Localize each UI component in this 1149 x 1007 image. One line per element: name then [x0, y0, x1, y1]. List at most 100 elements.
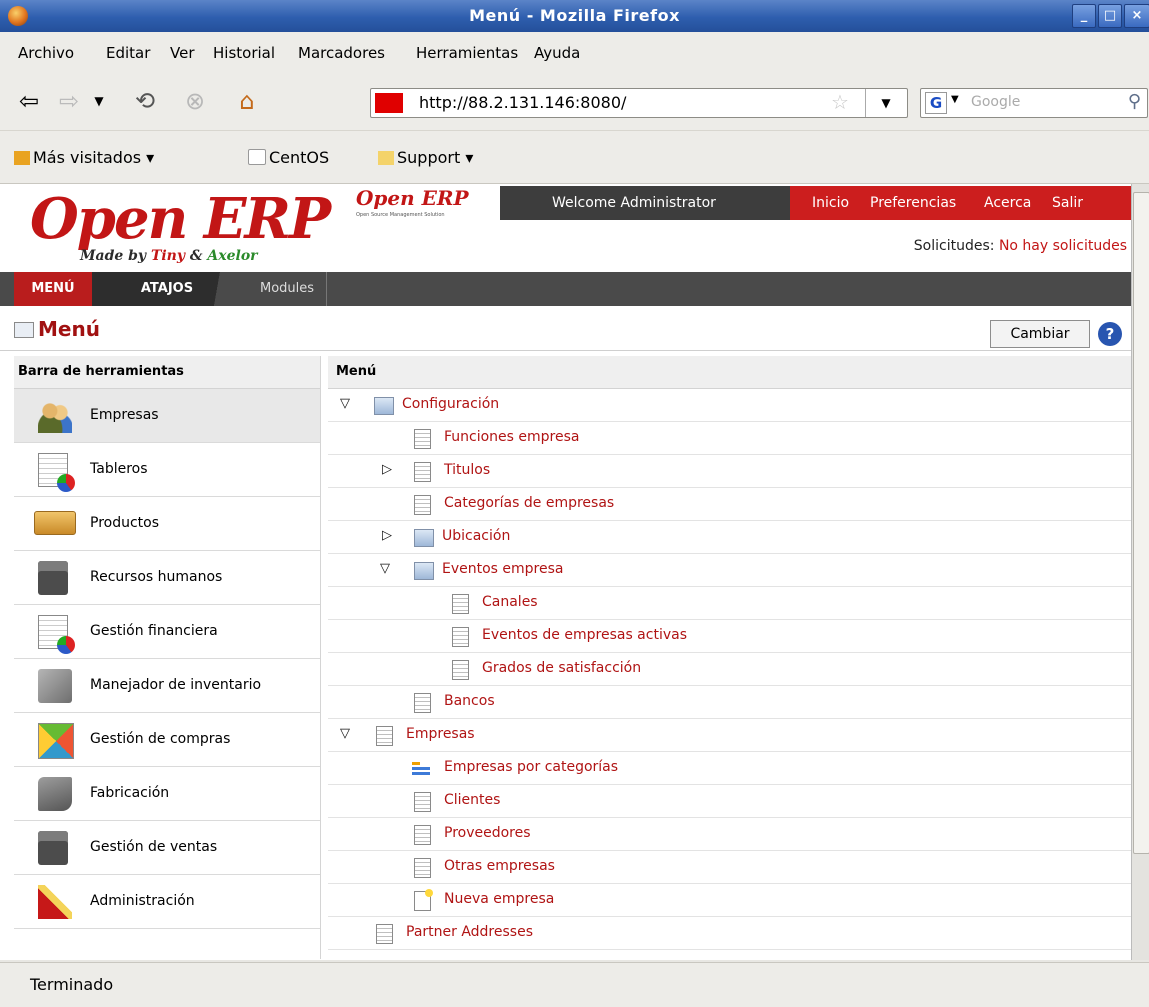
- home-icon[interactable]: ⌂: [232, 86, 262, 116]
- stop-icon[interactable]: ⊗: [180, 86, 210, 116]
- tab-menu[interactable]: MENÚ: [14, 272, 92, 306]
- change-button[interactable]: Cambiar: [990, 320, 1090, 348]
- tree-row-label[interactable]: Ubicación: [442, 528, 510, 544]
- tree-row-label[interactable]: Funciones empresa: [444, 429, 580, 445]
- tree-row-otras-empresas[interactable]: Otras empresas: [328, 851, 1131, 884]
- bookmark-centos[interactable]: CentOS: [248, 148, 329, 167]
- back-icon[interactable]: ⇦: [14, 86, 44, 116]
- tree-row-nueva-empresa[interactable]: Nueva empresa: [328, 884, 1131, 917]
- sidebar-item-fabricacion[interactable]: Fabricación: [14, 767, 320, 821]
- google-engine-icon[interactable]: G: [925, 92, 947, 114]
- url-dropdown-icon[interactable]: ▼: [865, 89, 906, 117]
- menu-editar[interactable]: Editar: [106, 44, 150, 62]
- administration-icon: [38, 885, 72, 919]
- menu-ayuda[interactable]: Ayuda: [534, 44, 580, 62]
- scrollbar-thumb[interactable]: [1133, 192, 1149, 854]
- tree-row-label[interactable]: Eventos de empresas activas: [482, 627, 687, 643]
- sidebar-item-label: Tableros: [90, 461, 148, 477]
- tree-row-label[interactable]: Proveedores: [444, 825, 531, 841]
- collapsed-triangle-icon[interactable]: ▷: [382, 462, 392, 477]
- tree-row-partner-addresses[interactable]: Partner Addresses: [328, 917, 1131, 950]
- sidebar-item-tableros[interactable]: Tableros: [14, 443, 320, 497]
- url-bar[interactable]: http://88.2.131.146:8080/ ☆ ▼: [370, 88, 908, 118]
- tree-row-proveedores[interactable]: Proveedores: [328, 818, 1131, 851]
- tree-row-ubicacion[interactable]: ▷ Ubicación: [328, 521, 1131, 554]
- reload-icon[interactable]: ⟲: [130, 86, 160, 116]
- bookmark-star-icon[interactable]: ☆: [831, 90, 849, 114]
- bookmark-most-visited[interactable]: Más visitados ▾: [14, 148, 154, 167]
- tree-row-clientes[interactable]: Clientes: [328, 785, 1131, 818]
- forward-icon[interactable]: ⇨: [54, 86, 84, 116]
- sidebar-item-gestion-ventas[interactable]: Gestión de ventas: [14, 821, 320, 875]
- tab-atajos[interactable]: ATAJOS: [92, 272, 242, 306]
- tree-row-eventos-activas[interactable]: Eventos de empresas activas: [328, 620, 1131, 653]
- sidebar-item-inventario[interactable]: Manejador de inventario: [14, 659, 320, 713]
- expanded-triangle-icon[interactable]: ▽: [380, 561, 390, 576]
- menu-archivo[interactable]: Archivo: [18, 44, 74, 62]
- openerp-logo[interactable]: Open ERP Made by Tiny & Axelor: [12, 186, 352, 272]
- main-tab-bar: MENÚ ATAJOS Modules: [0, 272, 1131, 306]
- sidebar-item-productos[interactable]: Productos: [14, 497, 320, 551]
- tree-row-label[interactable]: Categorías de empresas: [444, 495, 614, 511]
- tree-row-empresas-categorias[interactable]: Empresas por categorías: [328, 752, 1131, 785]
- search-box[interactable]: G ▼ Google ⚲: [920, 88, 1148, 118]
- tree-row-eventos-empresa[interactable]: ▽ Eventos empresa: [328, 554, 1131, 587]
- tree-row-label[interactable]: Otras empresas: [444, 858, 555, 874]
- help-icon[interactable]: ?: [1098, 322, 1122, 346]
- search-icon[interactable]: ⚲: [1128, 91, 1141, 112]
- tree-row-configuracion[interactable]: ▽ Configuración: [328, 389, 1131, 422]
- tree-row-label[interactable]: Configuración: [402, 396, 499, 412]
- tree-row-label[interactable]: Empresas: [406, 726, 475, 742]
- menu-herramientas[interactable]: Herramientas: [416, 44, 518, 62]
- maximize-button[interactable]: □: [1098, 4, 1122, 28]
- tree-row-label[interactable]: Empresas por categorías: [444, 759, 618, 775]
- history-dropdown-icon[interactable]: ▼: [84, 86, 114, 116]
- page-scrollbar[interactable]: [1131, 184, 1149, 960]
- minimize-button[interactable]: _: [1072, 4, 1096, 28]
- sidebar-item-recursos-humanos[interactable]: Recursos humanos: [14, 551, 320, 605]
- nav-salir[interactable]: Salir: [1052, 195, 1083, 211]
- document-icon: [376, 924, 393, 944]
- nav-preferencias[interactable]: Preferencias: [870, 195, 956, 211]
- sidebar-item-gestion-compras[interactable]: Gestión de compras: [14, 713, 320, 767]
- sidebar-item-label: Administración: [90, 893, 195, 909]
- tree-row-categorias[interactable]: Categorías de empresas: [328, 488, 1131, 521]
- menu-ver[interactable]: Ver: [170, 44, 195, 62]
- tab-modules[interactable]: Modules: [260, 272, 328, 306]
- engine-dropdown-icon[interactable]: ▼: [951, 94, 959, 105]
- menu-marcadores[interactable]: Marcadores: [298, 44, 385, 62]
- tree-row-label[interactable]: Partner Addresses: [406, 924, 533, 940]
- tree-row-label[interactable]: Bancos: [444, 693, 495, 709]
- site-favicon: [375, 93, 403, 113]
- collapsed-triangle-icon[interactable]: ▷: [382, 528, 392, 543]
- expanded-triangle-icon[interactable]: ▽: [340, 396, 350, 411]
- tree-row-label[interactable]: Eventos empresa: [442, 561, 564, 577]
- page-icon: [248, 149, 266, 165]
- tree-row-funciones-empresa[interactable]: Funciones empresa: [328, 422, 1131, 455]
- sidebar-item-empresas[interactable]: Empresas: [14, 389, 320, 443]
- tree-row-empresas[interactable]: ▽ Empresas: [328, 719, 1131, 752]
- tree-row-grados[interactable]: Grados de satisfacción: [328, 653, 1131, 686]
- requests-link[interactable]: No hay solicitudes: [999, 238, 1127, 254]
- tree-row-label[interactable]: Titulos: [444, 462, 490, 478]
- tree-row-label[interactable]: Nueva empresa: [444, 891, 554, 907]
- logo-text: Open ERP: [30, 186, 331, 252]
- nav-acerca[interactable]: Acerca: [984, 195, 1031, 211]
- url-text[interactable]: http://88.2.131.146:8080/: [419, 93, 626, 112]
- folder-icon: [374, 397, 394, 415]
- tree-row-canales[interactable]: Canales: [328, 587, 1131, 620]
- sidebar-item-administracion[interactable]: Administración: [14, 875, 320, 929]
- tree-row-titulos[interactable]: ▷ Titulos: [328, 455, 1131, 488]
- tagline-amp: &: [189, 248, 203, 264]
- bookmark-support[interactable]: Support ▾: [378, 148, 473, 167]
- menu-historial[interactable]: Historial: [213, 44, 275, 62]
- tree-row-label[interactable]: Canales: [482, 594, 538, 610]
- nav-inicio[interactable]: Inicio: [812, 195, 849, 211]
- search-placeholder[interactable]: Google: [971, 94, 1020, 110]
- expanded-triangle-icon[interactable]: ▽: [340, 726, 350, 741]
- tree-row-bancos[interactable]: Bancos: [328, 686, 1131, 719]
- sidebar-item-gestion-financiera[interactable]: Gestión financiera: [14, 605, 320, 659]
- close-button[interactable]: ×: [1124, 4, 1149, 28]
- tree-row-label[interactable]: Grados de satisfacción: [482, 660, 641, 676]
- tree-row-label[interactable]: Clientes: [444, 792, 500, 808]
